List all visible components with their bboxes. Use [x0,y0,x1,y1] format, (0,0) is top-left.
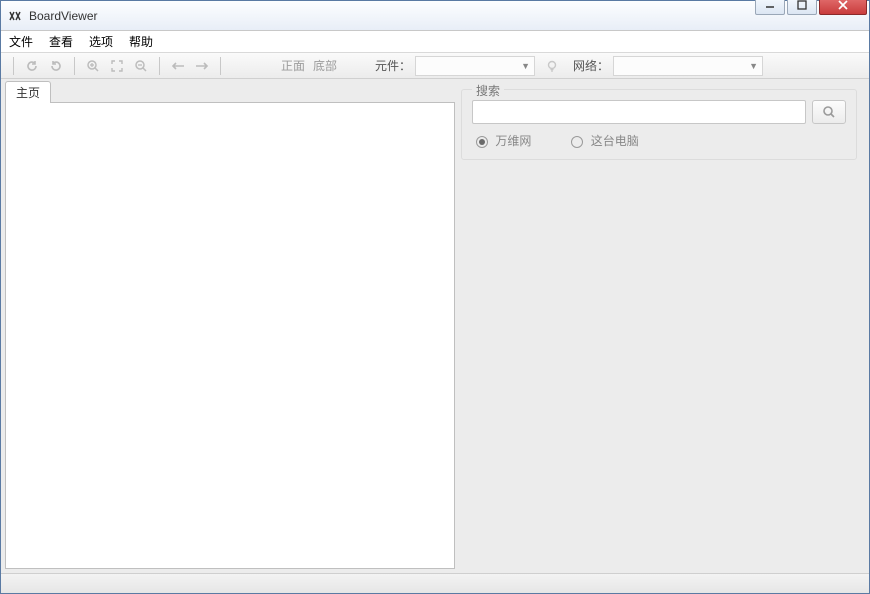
right-panel: 搜索 万维网 这台电脑 [461,83,865,569]
toolbar-bottom-label[interactable]: 底部 [313,57,337,74]
search-icon [822,105,836,119]
zoom-in-icon[interactable] [83,56,103,76]
network-combo[interactable]: ▼ [613,56,763,76]
minimize-button[interactable] [755,0,785,15]
lightbulb-icon[interactable] [543,57,561,75]
menubar: 文件 查看 选项 帮助 [1,31,869,53]
left-panel: 主页 [5,83,455,569]
chevron-down-icon: ▼ [521,61,530,71]
tabstrip: 主页 [5,83,455,103]
chevron-down-icon: ▼ [749,61,758,71]
search-input[interactable] [472,100,806,124]
app-icon [7,8,23,24]
component-label: 元件： [375,57,411,74]
network-label: 网络： [573,57,609,74]
radio-web-option[interactable]: 万维网 [476,132,531,149]
menu-help[interactable]: 帮助 [129,33,153,50]
search-legend: 搜索 [472,82,504,99]
tab-home[interactable]: 主页 [5,81,51,103]
zoom-out-icon[interactable] [131,56,151,76]
menu-file[interactable]: 文件 [9,33,33,50]
radio-local-option[interactable]: 这台电脑 [571,132,638,149]
menu-options[interactable]: 选项 [89,33,113,50]
window-controls [753,0,867,15]
toolbar-front-label[interactable]: 正面 [281,57,305,74]
menu-view[interactable]: 查看 [49,33,73,50]
app-window: BoardViewer 文件 查看 选项 帮助 [0,0,870,594]
statusbar [1,573,869,593]
radio-local-label: 这台电脑 [591,134,639,148]
arrow-right-icon[interactable] [192,56,212,76]
tab-content [5,102,455,569]
titlebar: BoardViewer [1,1,869,31]
main-body: 主页 搜索 万维网 [1,79,869,573]
maximize-button[interactable] [787,0,817,15]
close-button[interactable] [819,0,867,15]
arrow-left-icon[interactable] [168,56,188,76]
search-button[interactable] [812,100,846,124]
radio-icon [476,136,488,148]
rotate-right-icon[interactable] [46,56,66,76]
rotate-left-icon[interactable] [22,56,42,76]
window-title: BoardViewer [29,9,97,23]
fit-screen-icon[interactable] [107,56,127,76]
component-combo[interactable]: ▼ [415,56,535,76]
radio-web-label: 万维网 [495,134,531,148]
radio-icon [571,136,583,148]
toolbar: 正面 底部 元件： ▼ 网络： ▼ [1,53,869,79]
search-group: 搜索 万维网 这台电脑 [461,89,857,160]
